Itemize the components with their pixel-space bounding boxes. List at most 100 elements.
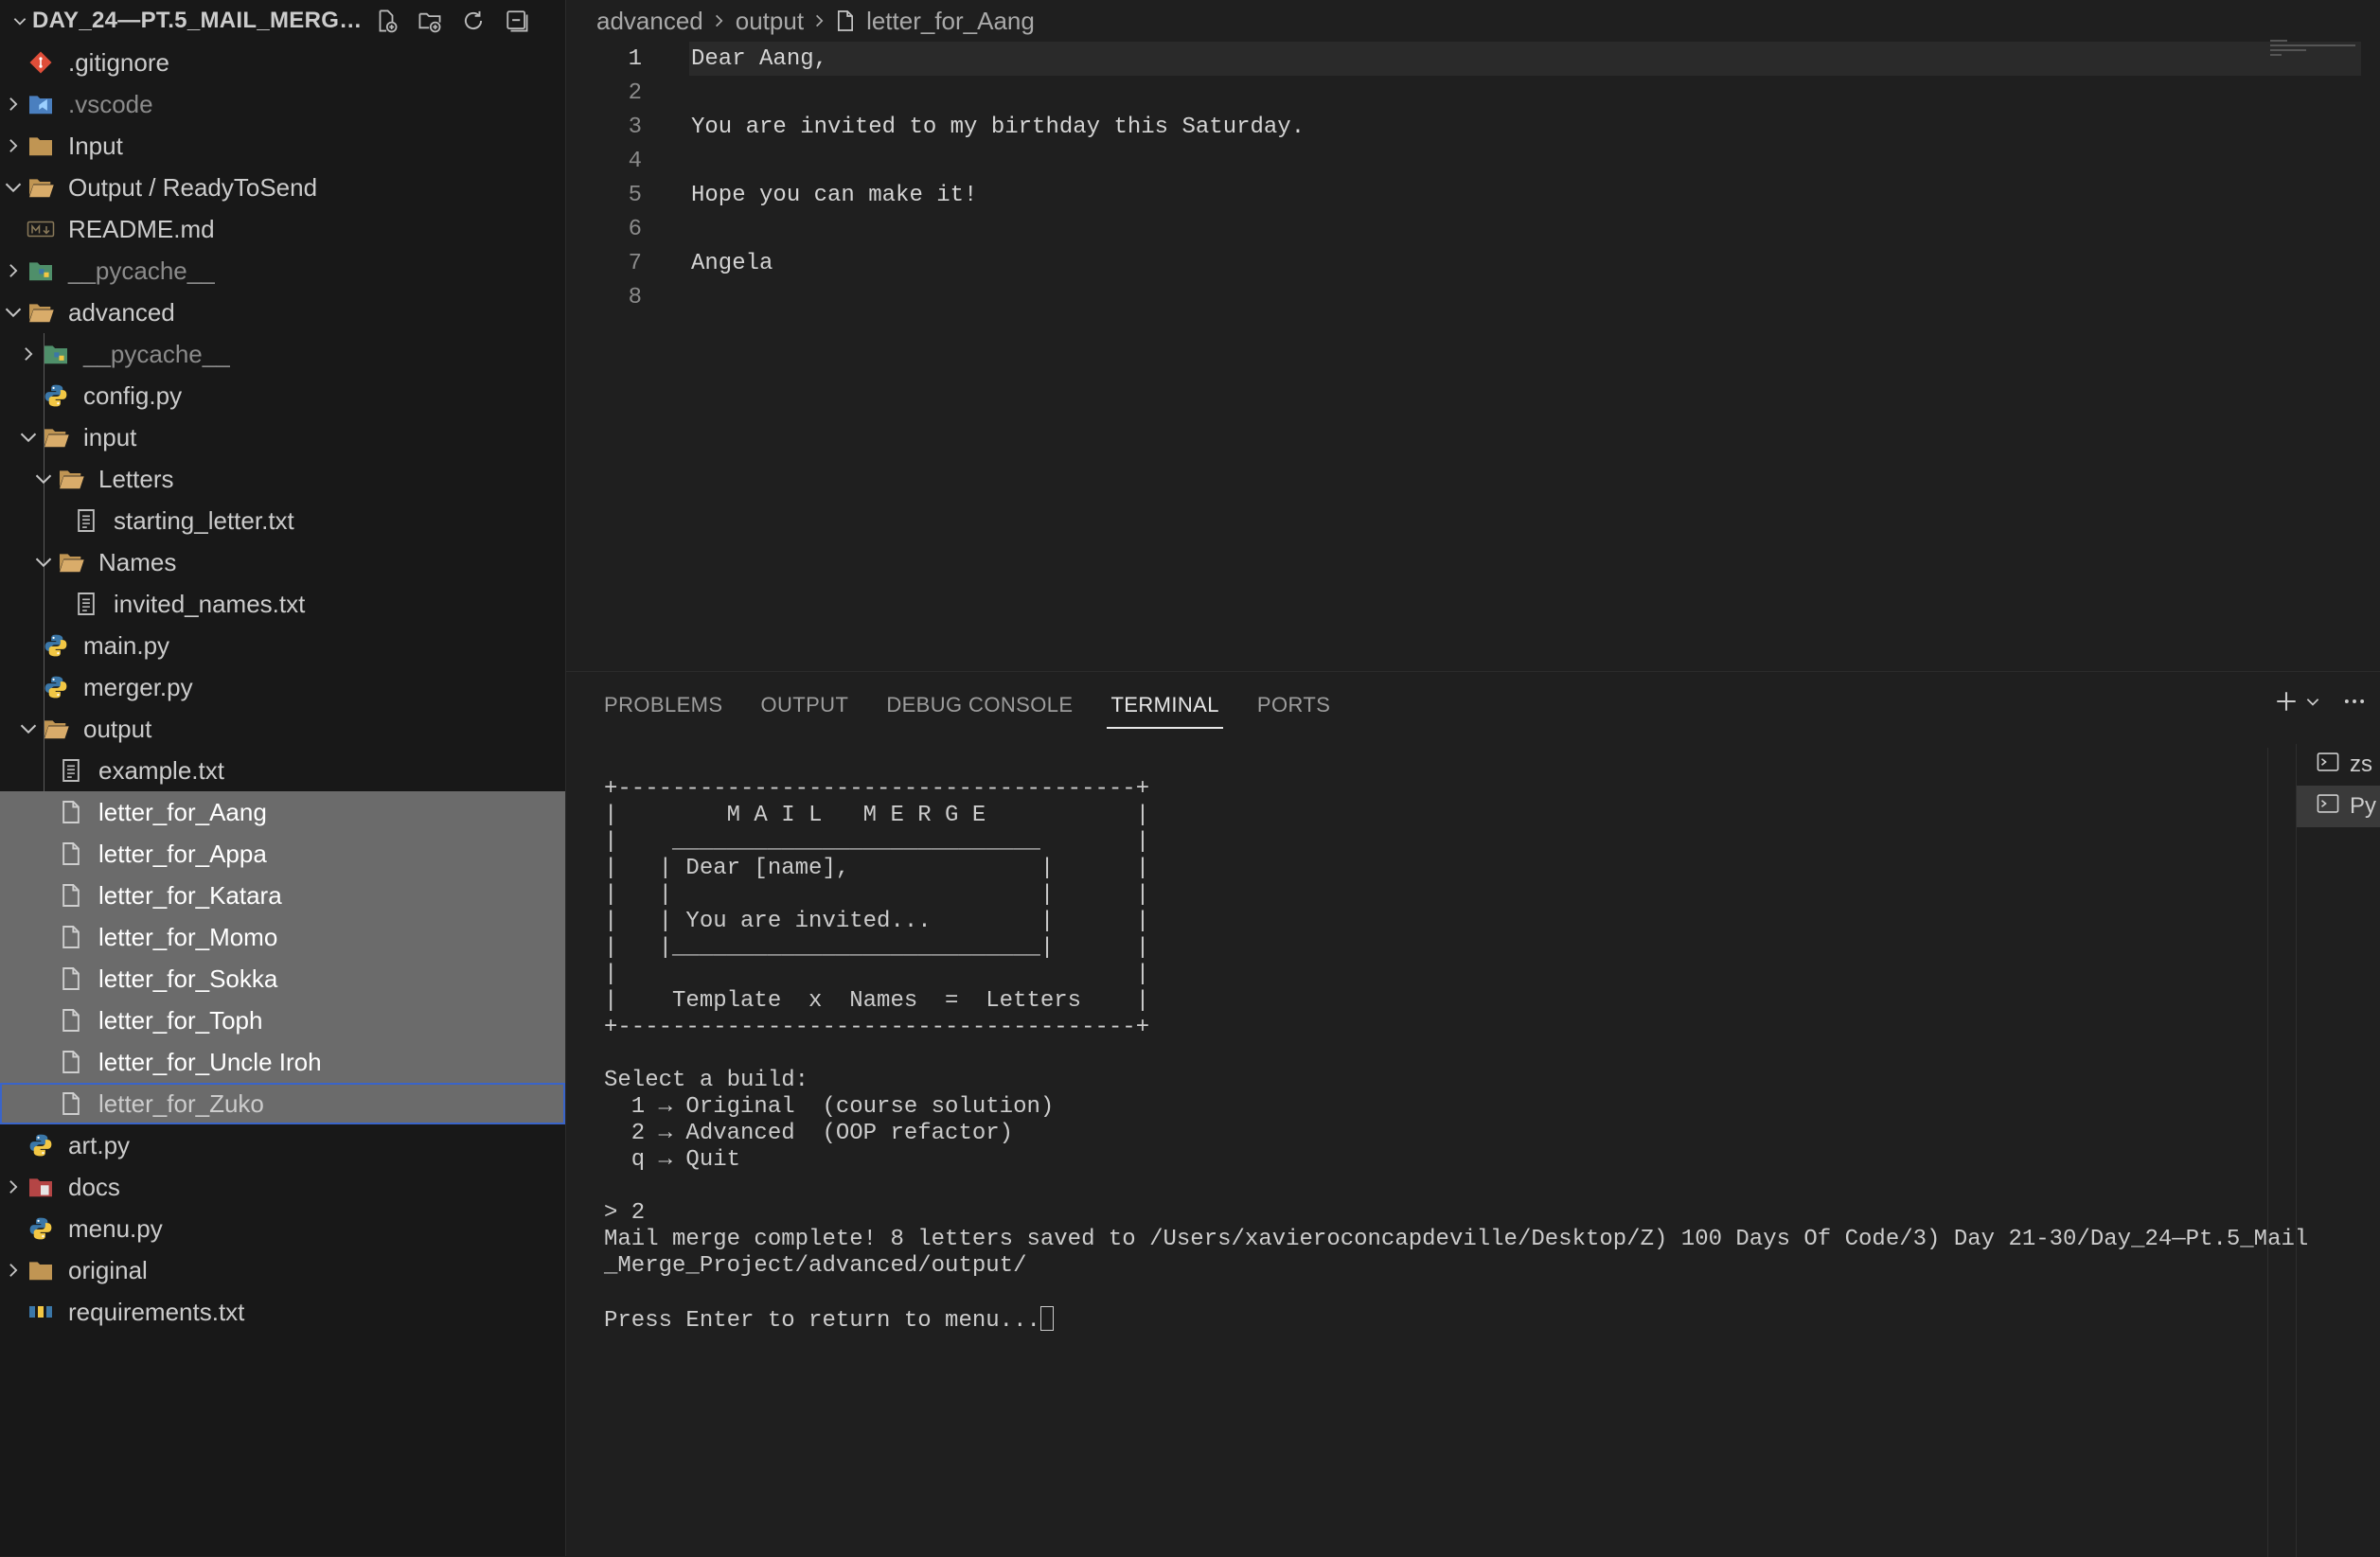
tree-item[interactable]: __pycache__ bbox=[0, 333, 565, 375]
tree-item-label: requirements.txt bbox=[68, 1297, 245, 1326]
collapse-all-icon[interactable] bbox=[504, 8, 530, 34]
tree-item[interactable]: main.py bbox=[0, 625, 565, 666]
breadcrumb-file[interactable]: letter_for_Aang bbox=[866, 7, 1035, 36]
tree-item-label: README.md bbox=[68, 214, 215, 243]
tree-item[interactable]: letter_for_Katara bbox=[0, 875, 565, 916]
code-line[interactable]: 3 You are invited to my birthday this Sat… bbox=[566, 110, 2365, 144]
chevron-down-icon[interactable] bbox=[0, 180, 27, 195]
tab-problems[interactable]: PROBLEMS bbox=[604, 672, 722, 738]
tree-item[interactable]: .vscode bbox=[0, 83, 565, 125]
tab-debug-console[interactable]: DEBUG CONSOLE bbox=[886, 672, 1073, 738]
terminal-divider bbox=[2267, 748, 2268, 1557]
new-file-icon[interactable] bbox=[373, 8, 400, 34]
terminal-item-python[interactable]: Py bbox=[2297, 786, 2380, 827]
line-number: 1 bbox=[628, 45, 642, 72]
tree-item[interactable]: .gitignore bbox=[0, 42, 565, 83]
tree-item[interactable]: letter_for_Appa bbox=[0, 833, 565, 875]
terminal-item-label: Py bbox=[2350, 793, 2377, 819]
tree-item[interactable]: requirements.txt bbox=[0, 1291, 565, 1333]
pip-requirements-icon bbox=[27, 1298, 55, 1326]
chevron-right-icon[interactable] bbox=[0, 136, 27, 155]
line-number: 5 bbox=[628, 182, 642, 208]
file-icon bbox=[57, 1089, 85, 1118]
tree-item[interactable]: Output / ReadyToSend bbox=[0, 167, 565, 208]
code-line[interactable]: 6 bbox=[566, 212, 2365, 246]
code-line[interactable]: 2 bbox=[566, 76, 2365, 110]
chevron-right-icon bbox=[713, 12, 726, 29]
chevron-down-icon[interactable] bbox=[2304, 693, 2321, 715]
chevron-down-icon[interactable] bbox=[8, 12, 32, 29]
tree-item-label: letter_for_Katara bbox=[98, 880, 282, 910]
file-icon bbox=[836, 9, 855, 32]
tree-item[interactable]: letter_for_Zuko bbox=[0, 1083, 565, 1124]
terminal-output[interactable]: +--------------------------------------+… bbox=[604, 776, 2308, 1533]
chevron-down-icon[interactable] bbox=[30, 555, 57, 570]
python-folder-icon bbox=[27, 257, 55, 285]
tree-item[interactable]: letter_for_Toph bbox=[0, 1000, 565, 1041]
terminal-item-zsh[interactable]: zs bbox=[2297, 744, 2380, 786]
breadcrumb-folder-advanced[interactable]: advanced bbox=[596, 7, 703, 36]
code-line[interactable]: 1 Dear Aang, bbox=[566, 42, 2365, 76]
chevron-down-icon[interactable] bbox=[15, 721, 42, 736]
tree-item[interactable]: example.txt bbox=[0, 750, 565, 791]
tree-item[interactable]: original bbox=[0, 1249, 565, 1291]
tree-item[interactable]: Names bbox=[0, 541, 565, 583]
python-icon bbox=[42, 631, 70, 660]
file-icon bbox=[57, 798, 85, 826]
code-line[interactable]: 7 Angela bbox=[566, 246, 2365, 280]
tree-item[interactable]: output bbox=[0, 708, 565, 750]
tree-item[interactable]: letter_for_Sokka bbox=[0, 958, 565, 1000]
chevron-right-icon[interactable] bbox=[0, 261, 27, 280]
minimap[interactable] bbox=[2270, 40, 2361, 78]
tree-item[interactable]: advanced bbox=[0, 292, 565, 333]
tree-item-label: merger.py bbox=[83, 672, 193, 701]
chevron-down-icon[interactable] bbox=[30, 471, 57, 487]
new-terminal-icon[interactable] bbox=[2274, 689, 2299, 718]
refresh-icon[interactable] bbox=[460, 8, 487, 34]
chevron-right-icon[interactable] bbox=[0, 1177, 27, 1196]
git-icon bbox=[27, 48, 55, 77]
tree-item-label: invited_names.txt bbox=[114, 589, 306, 618]
code-editor[interactable]: 1 Dear Aang, 2 3 You are invited to my birth… bbox=[566, 42, 2380, 670]
text-file-icon bbox=[72, 590, 100, 618]
tree-item[interactable]: menu.py bbox=[0, 1208, 565, 1249]
explorer-header[interactable]: DAY_24—PT.5_MAIL_MERGE... bbox=[0, 0, 565, 42]
chevron-right-icon[interactable] bbox=[15, 345, 42, 363]
line-number: 6 bbox=[628, 216, 642, 242]
tree-item[interactable]: input bbox=[0, 416, 565, 458]
code-line[interactable]: 8 bbox=[566, 280, 2365, 314]
tree-item[interactable]: letter_for_Aang bbox=[0, 791, 565, 833]
tree-item[interactable]: invited_names.txt bbox=[0, 583, 565, 625]
tree-item[interactable]: art.py bbox=[0, 1124, 565, 1166]
tree-item-label: letter_for_Uncle Iroh bbox=[98, 1047, 322, 1076]
tree-item[interactable]: merger.py bbox=[0, 666, 565, 708]
tree-item[interactable]: starting_letter.txt bbox=[0, 500, 565, 541]
tab-terminal[interactable]: TERMINAL bbox=[1107, 672, 1224, 738]
tab-output[interactable]: OUTPUT bbox=[760, 672, 848, 738]
text-file-icon bbox=[72, 506, 100, 535]
tree-item-label: letter_for_Aang bbox=[98, 797, 267, 826]
chevron-right-icon[interactable] bbox=[0, 95, 27, 114]
markdown-icon bbox=[27, 215, 55, 243]
tab-ports[interactable]: PORTS bbox=[1257, 672, 1330, 738]
more-actions-icon[interactable] bbox=[2342, 689, 2367, 718]
terminal-list: zs Py bbox=[2296, 744, 2380, 1557]
tree-item[interactable]: config.py bbox=[0, 375, 565, 416]
folder-open-icon bbox=[42, 715, 70, 743]
chevron-right-icon[interactable] bbox=[0, 1261, 27, 1280]
tree-item-label: main.py bbox=[83, 630, 170, 660]
tree-item[interactable]: letter_for_Momo bbox=[0, 916, 565, 958]
breadcrumb-folder-output[interactable]: output bbox=[736, 7, 804, 36]
line-number: 7 bbox=[628, 250, 642, 276]
code-line[interactable]: 4 bbox=[566, 144, 2365, 178]
chevron-down-icon[interactable] bbox=[15, 430, 42, 445]
code-line[interactable]: 5 Hope you can make it! bbox=[566, 178, 2365, 212]
tree-item[interactable]: README.md bbox=[0, 208, 565, 250]
tree-item[interactable]: Letters bbox=[0, 458, 565, 500]
tree-item[interactable]: __pycache__ bbox=[0, 250, 565, 292]
tree-item[interactable]: Input bbox=[0, 125, 565, 167]
tree-item[interactable]: docs bbox=[0, 1166, 565, 1208]
new-folder-icon[interactable] bbox=[417, 8, 443, 34]
chevron-down-icon[interactable] bbox=[0, 305, 27, 320]
tree-item[interactable]: letter_for_Uncle Iroh bbox=[0, 1041, 565, 1083]
